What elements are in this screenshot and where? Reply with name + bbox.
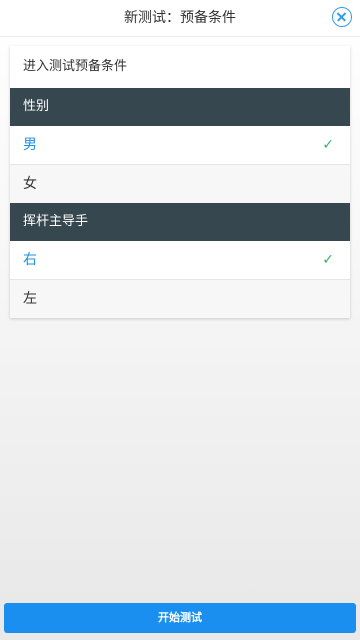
option-female[interactable]: 女 [10, 164, 350, 203]
preconditions-card: 进入测试预备条件 性别 男 ✓ 女 挥杆主导手 右 ✓ 左 [10, 46, 350, 318]
start-test-button[interactable]: 开始测试 [4, 603, 356, 633]
close-icon[interactable] [332, 7, 352, 27]
section-header-dominant-hand: 挥杆主导手 [10, 203, 350, 241]
option-label: 女 [23, 176, 37, 192]
option-label: 左 [23, 291, 37, 307]
option-right[interactable]: 右 ✓ [10, 241, 350, 279]
option-label: 右 [23, 252, 37, 268]
section-header-gender: 性别 [10, 88, 350, 126]
header-bar: 新测试：预备条件 [0, 0, 360, 37]
checkmark-icon: ✓ [322, 252, 334, 268]
option-left[interactable]: 左 [10, 279, 350, 318]
option-label: 男 [23, 137, 37, 153]
option-male[interactable]: 男 ✓ [10, 126, 350, 164]
page-title: 新测试：预备条件 [124, 10, 236, 26]
checkmark-icon: ✓ [322, 137, 334, 153]
card-title: 进入测试预备条件 [23, 59, 128, 74]
